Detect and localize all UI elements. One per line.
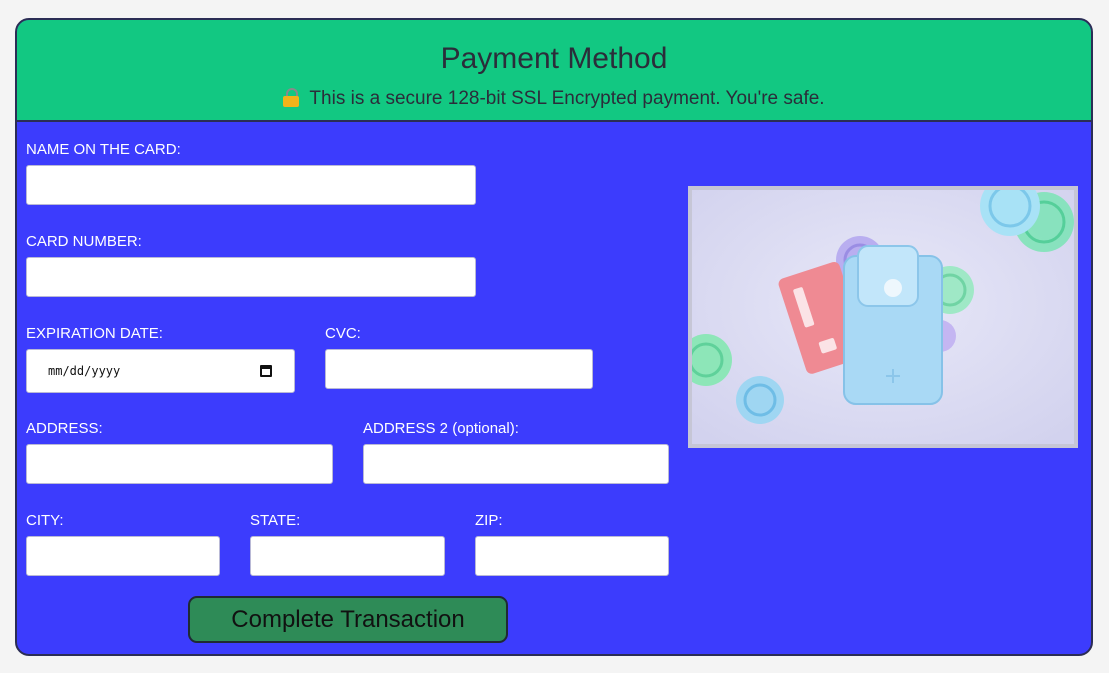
payment-illustration (688, 186, 1078, 448)
zip-label: ZIP: (475, 512, 503, 529)
expiration-date-placeholder: mm/dd/yyyy (48, 364, 121, 378)
city-label: CITY: (26, 512, 64, 529)
address2-input[interactable] (363, 444, 669, 484)
cvc-label: CVC: (325, 325, 361, 342)
payment-header: Payment Method This is a secure 128-bit … (17, 20, 1091, 122)
cvc-input[interactable] (325, 349, 593, 389)
name-on-card-label: NAME ON THE CARD: (26, 141, 181, 158)
complete-transaction-button[interactable]: Complete Transaction (188, 596, 508, 643)
calendar-icon[interactable] (260, 365, 272, 377)
name-on-card-input[interactable] (26, 165, 476, 205)
wallet-illustration (692, 190, 1074, 444)
card-number-label: CARD NUMBER: (26, 233, 142, 250)
expiration-date-label: EXPIRATION DATE: (26, 325, 163, 342)
page-title: Payment Method (440, 42, 668, 75)
lock-icon (283, 88, 300, 107)
address-label: ADDRESS: (26, 420, 103, 437)
security-note: This is a secure 128-bit SSL Encrypted p… (17, 88, 1091, 110)
payment-card: Payment Method This is a secure 128-bit … (15, 18, 1093, 656)
expiration-date-input[interactable]: mm/dd/yyyy (26, 349, 295, 393)
security-note-text: This is a secure 128-bit SSL Encrypted p… (309, 88, 825, 109)
state-label: STATE: (250, 512, 301, 529)
wallet-cards-coins-illustration (692, 190, 1074, 444)
address-input[interactable] (26, 444, 333, 484)
city-input[interactable] (26, 536, 220, 576)
address2-label: ADDRESS 2 (optional): (363, 420, 519, 437)
card-number-input[interactable] (26, 257, 476, 297)
zip-input[interactable] (475, 536, 669, 576)
state-input[interactable] (250, 536, 445, 576)
